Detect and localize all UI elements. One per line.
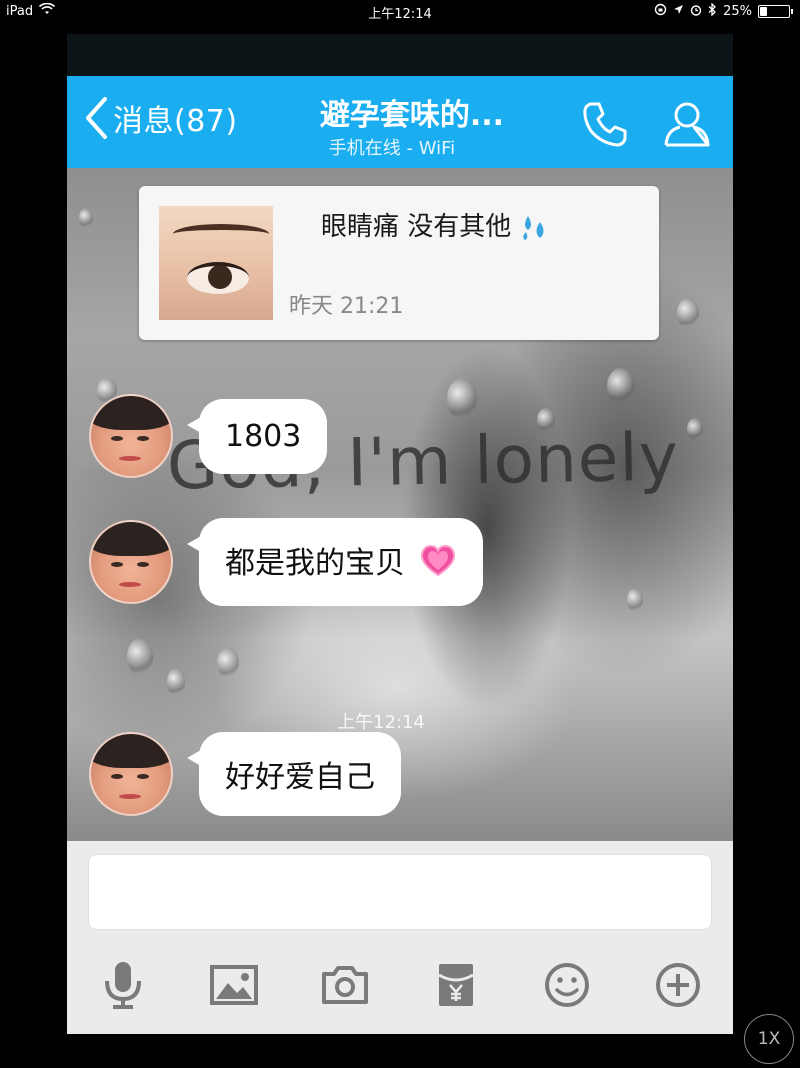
back-label: 消息(87)	[113, 104, 238, 139]
camera-icon[interactable]	[317, 957, 373, 1013]
composer-toolbar	[67, 951, 733, 1021]
sweat-droplets-icon	[520, 212, 550, 242]
avatar-eye	[111, 774, 123, 779]
thumb-iris	[208, 265, 232, 289]
composer	[67, 841, 733, 1034]
location-icon	[673, 4, 684, 19]
post-time: 昨天 21:21	[289, 294, 404, 319]
sparkling-heart-icon	[419, 544, 457, 586]
plus-icon[interactable]	[650, 957, 706, 1013]
rotation-lock-icon	[654, 3, 667, 20]
phone-status-strip	[67, 34, 733, 76]
rain-drop	[627, 588, 643, 612]
status-right: 25%	[654, 2, 793, 20]
post-caption: 眼睛痛 没有其他	[321, 212, 512, 242]
post-thumbnail[interactable]	[159, 206, 273, 320]
message-bubble[interactable]: 都是我的宝贝	[187, 518, 483, 606]
avatar-eye	[137, 436, 149, 441]
avatar-mouth	[119, 794, 141, 799]
status-bar: iPad 上午12:14 25%	[0, 0, 800, 24]
avatar-hair	[91, 396, 171, 430]
message-bubble[interactable]: 1803	[186, 398, 328, 474]
message-bubble[interactable]: 好好爱自己	[187, 732, 401, 816]
back-chevron-icon	[83, 96, 109, 140]
zoom-1x-button[interactable]: 1X	[744, 1014, 794, 1064]
chat-title: 避孕套味的...	[319, 98, 505, 133]
rain-drop	[447, 378, 477, 420]
message-timestamp: 上午12:14	[337, 712, 425, 733]
rain-drop	[607, 368, 635, 404]
phone-icon[interactable]	[579, 98, 631, 150]
avatar[interactable]	[89, 519, 173, 604]
avatar[interactable]	[89, 732, 173, 816]
message-input[interactable]	[88, 854, 712, 930]
rain-drop	[677, 298, 699, 328]
thumb-brow	[173, 224, 269, 244]
rain-drop	[217, 648, 239, 678]
message-row: 都是我的宝贝	[89, 518, 483, 606]
online-status: 手机在线 - WiFi	[328, 138, 456, 159]
message-text: 都是我的宝贝	[225, 546, 405, 581]
message-row: 1803	[89, 394, 328, 478]
avatar-hair	[91, 734, 171, 768]
avatar-mouth	[119, 456, 141, 461]
alarm-icon	[690, 4, 702, 20]
chat-area[interactable]: God, I'm lonely 眼睛痛 没有其他 昨天 21:21 1803 都…	[67, 168, 733, 841]
chat-nav-bar: 消息(87) 避孕套味的... 手机在线 - WiFi	[67, 76, 733, 168]
image-icon[interactable]	[206, 957, 262, 1013]
rain-drop	[79, 208, 93, 228]
avatar-hair	[91, 521, 171, 556]
phone-screen: 消息(87) 避孕套味的... 手机在线 - WiFi God, I'm lon…	[67, 34, 733, 1034]
emoji-icon[interactable]	[539, 957, 595, 1013]
shared-post-card[interactable]: 眼睛痛 没有其他 昨天 21:21	[139, 186, 659, 340]
avatar-eye	[137, 561, 149, 567]
message-row: 好好爱自己	[89, 732, 401, 816]
battery-percent: 25%	[723, 4, 752, 19]
post-text: 眼睛痛 没有其他	[321, 206, 550, 243]
avatar[interactable]	[89, 394, 173, 478]
red-packet-icon[interactable]	[428, 957, 484, 1013]
avatar-eye	[137, 774, 149, 779]
avatar-eye	[111, 561, 123, 567]
avatar-eye	[111, 436, 123, 441]
profile-icon[interactable]	[661, 98, 713, 150]
back-button[interactable]: 消息(87)	[83, 96, 238, 140]
microphone-icon[interactable]	[95, 957, 151, 1013]
bluetooth-icon	[708, 2, 717, 20]
rain-drop	[687, 418, 703, 440]
battery-icon	[758, 5, 793, 18]
rain-drop	[167, 668, 185, 696]
rain-drop	[127, 638, 153, 676]
battery-fill	[760, 7, 767, 16]
avatar-mouth	[119, 581, 141, 587]
